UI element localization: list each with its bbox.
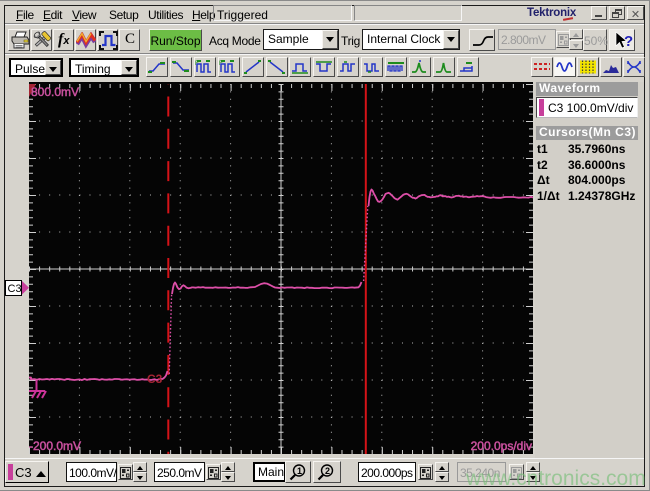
svg-text:C3: C3 (147, 372, 163, 386)
svg-text:?: ? (624, 33, 633, 50)
svg-text:C3: C3 (8, 283, 22, 295)
svg-text:800.0mV: 800.0mV (31, 85, 79, 99)
svg-text:200.0ps/div: 200.0ps/div (471, 439, 532, 453)
svg-text:1: 1 (297, 466, 302, 476)
svg-text:2: 2 (325, 466, 330, 476)
svg-text:F: F (195, 61, 199, 67)
svg-text:F: F (219, 61, 223, 67)
svg-text:-200.0mV: -200.0mV (29, 439, 81, 453)
